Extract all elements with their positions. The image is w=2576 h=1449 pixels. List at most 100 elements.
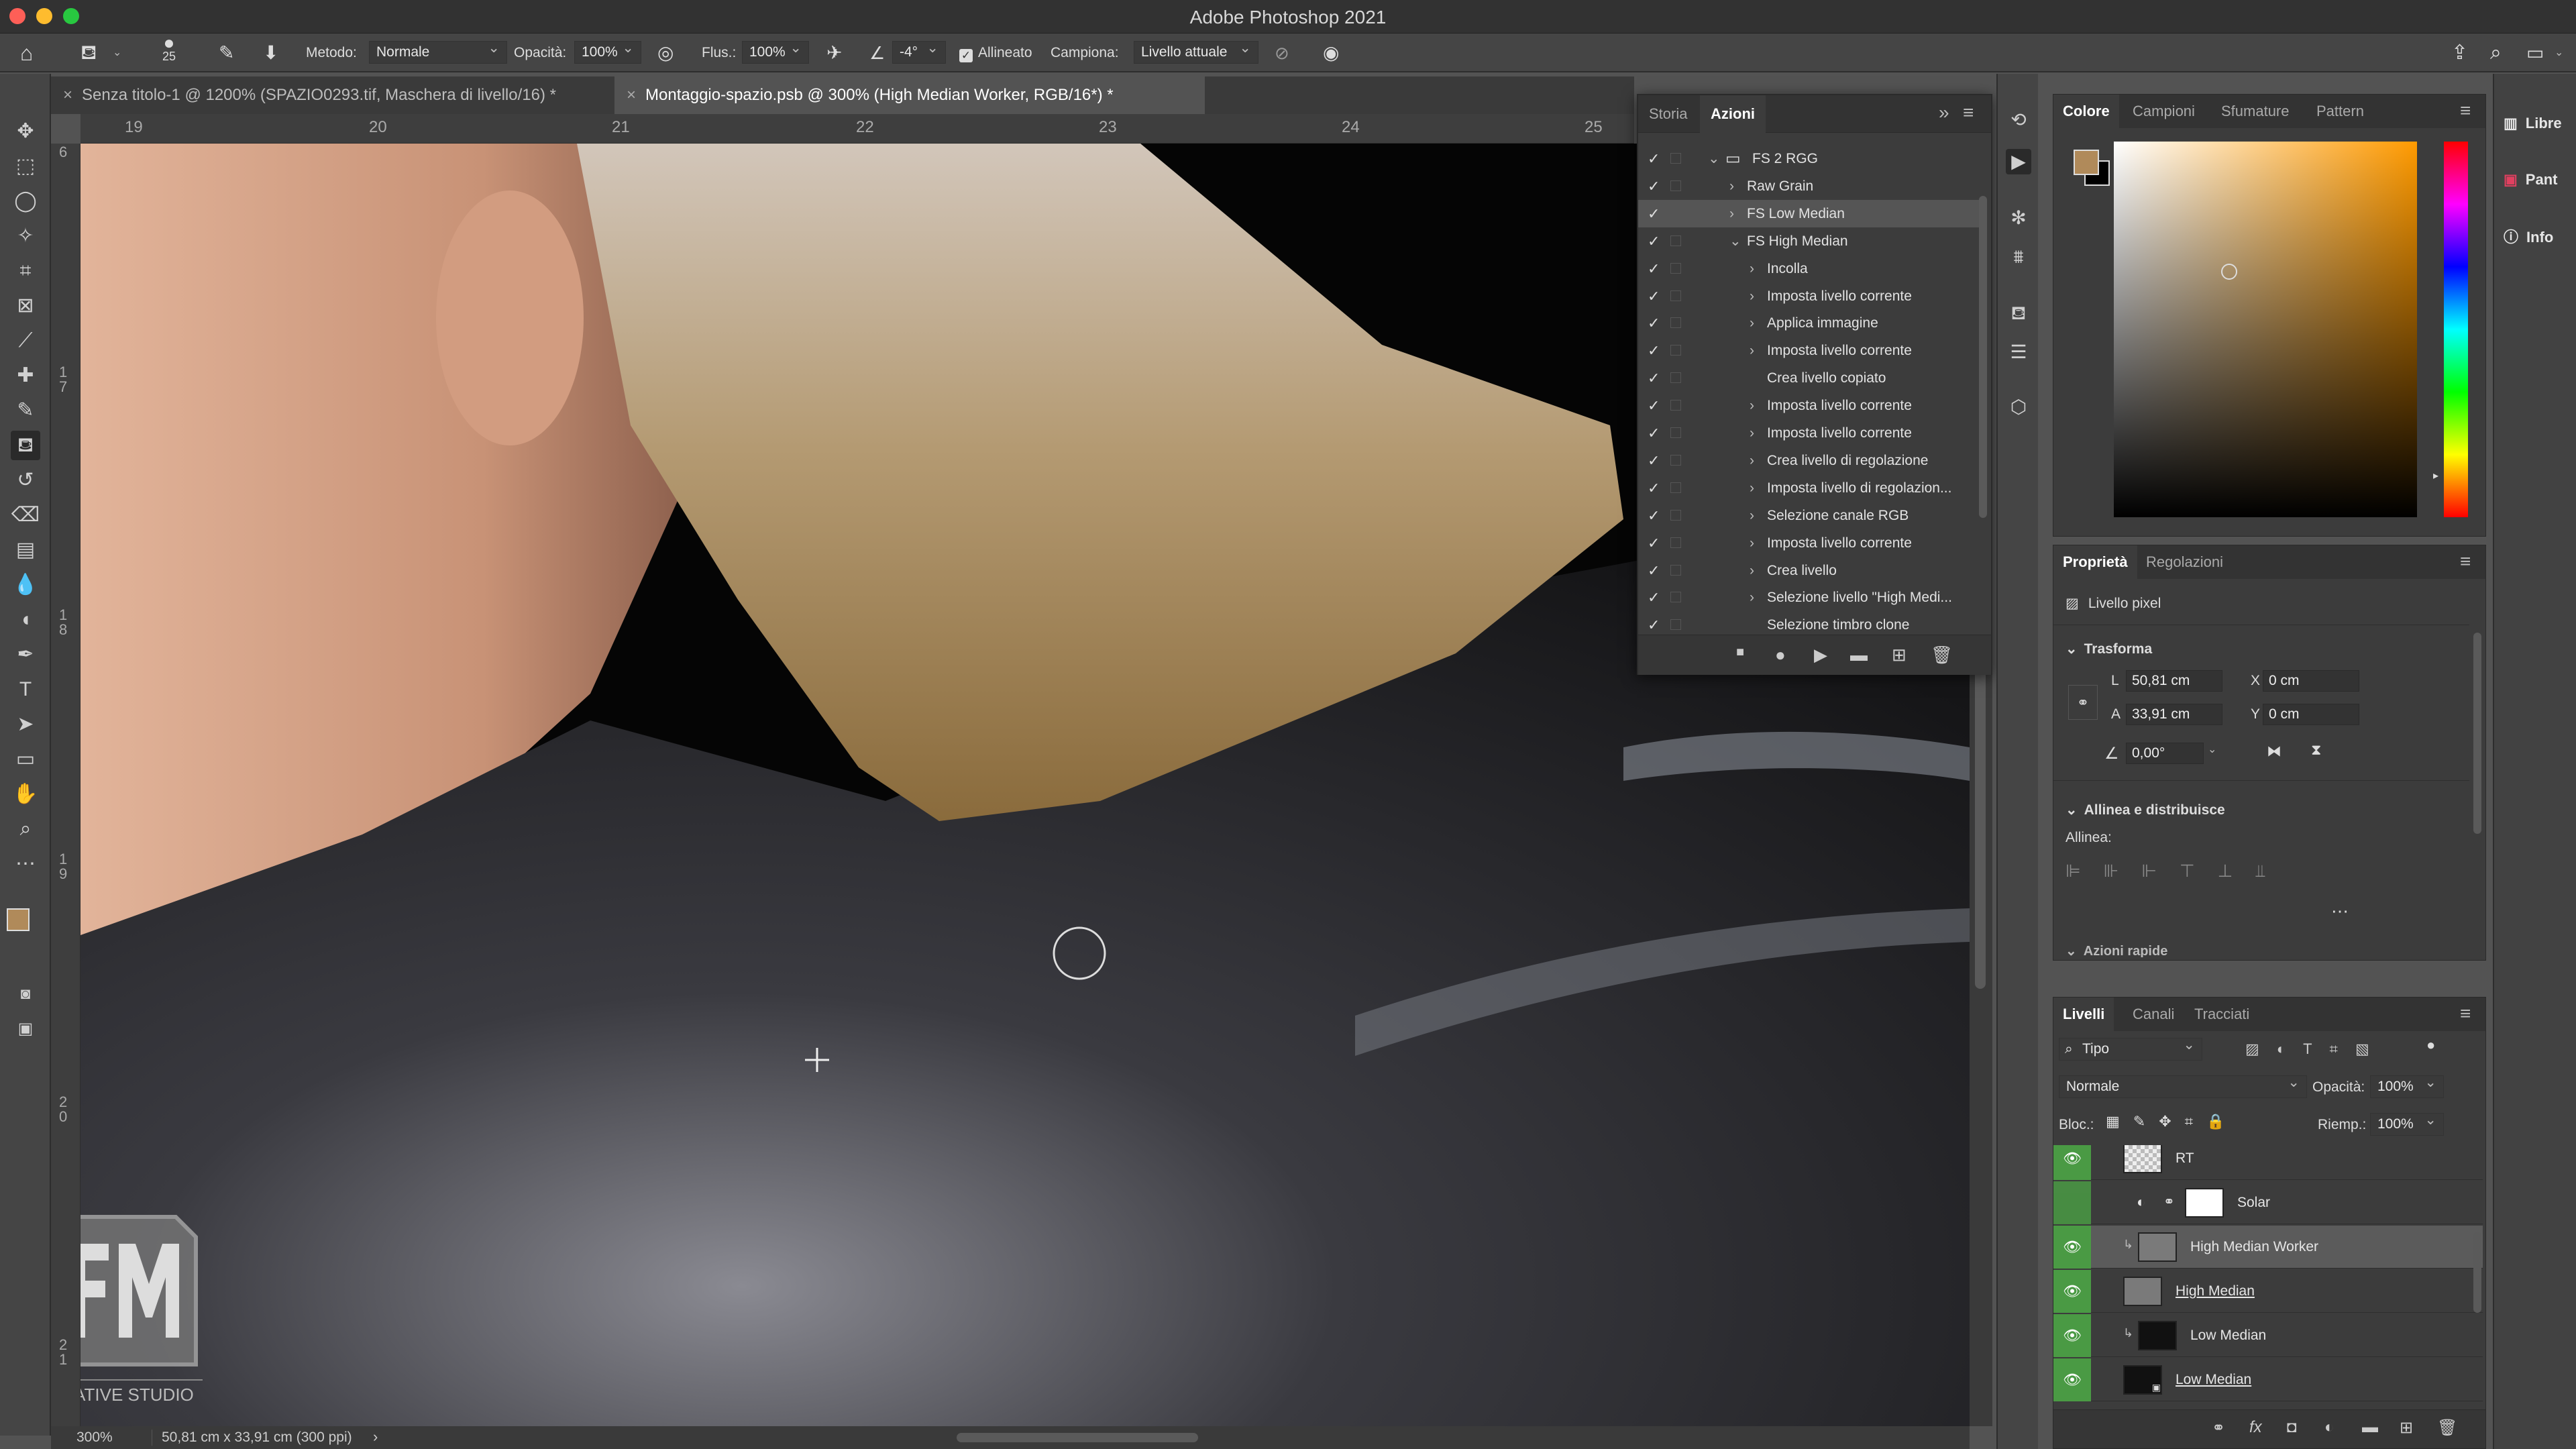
layer-row[interactable]: 👁 ↳ Low Median [2053,1314,2483,1357]
eraser-tool-icon[interactable]: ⌫ [11,500,40,530]
pressure-size-icon[interactable]: ◉ [1323,42,1339,64]
dialog-toggle[interactable] [1670,400,1681,411]
dialog-toggle[interactable] [1670,537,1681,548]
panel-menu-icon[interactable]: ≡ [1963,102,1974,123]
dialog-toggle[interactable] [1670,153,1681,164]
chevron-right-icon[interactable]: › [1750,502,1754,529]
dialog-toggle[interactable] [1670,207,1681,219]
properties-scrollbar[interactable] [2473,633,2481,834]
tab-canali[interactable]: Canali [2123,998,2184,1031]
dialog-toggle[interactable] [1670,564,1681,576]
chevron-right-icon[interactable]: › [1729,172,1734,200]
visibility-eye-icon[interactable]: 👁 [2053,1181,2091,1224]
brushes-panel-icon[interactable]: ⩩ [2006,244,2031,270]
action-row[interactable]: ✓ › Applica immagine [1638,309,1980,337]
eyedropper-tool-icon[interactable]: ⟋ [11,326,40,356]
tab-pattern[interactable]: Pattern [2307,95,2373,128]
action-row[interactable]: ✓ › Imposta livello corrente [1638,337,1980,364]
toggle-check-icon[interactable]: ✓ [1648,392,1660,419]
clone-source-icon[interactable]: ⬇ [263,42,278,64]
toggle-check-icon[interactable]: ✓ [1648,227,1660,255]
action-row[interactable]: ✓ › Imposta livello corrente [1638,282,1980,310]
chevron-right-icon[interactable]: › [373,1428,378,1446]
brush-size-picker[interactable]: ● 25 [156,34,182,64]
search-icon[interactable]: ⌕ [2490,42,2502,64]
tab-tracciati[interactable]: Tracciati [2185,998,2259,1031]
action-row[interactable]: ✓ ⌄ ▭ FS 2 RGG [1638,145,1980,172]
marquee-tool-icon[interactable]: ⬚ [11,152,40,181]
tab-montaggio-spazio[interactable]: × Montaggio-spazio.psb @ 300% (High Media… [614,76,1205,114]
chevron-right-icon[interactable]: › [1750,447,1754,474]
chevron-right-icon[interactable]: › [1750,584,1754,611]
action-row[interactable]: ✓ › Crea livello di regolazione [1638,447,1980,474]
workspace-icon[interactable]: ▭ [2526,42,2544,64]
new-set-icon[interactable]: ▬ [1850,645,1868,665]
blend-mode-select[interactable]: Normale [2059,1072,2307,1098]
dialog-toggle[interactable] [1670,345,1681,356]
rectangle-tool-icon[interactable]: ▭ [11,745,40,774]
lasso-tool-icon[interactable]: ◯ [11,186,40,216]
layer-row[interactable]: 👁 ↳ High Median Worker [2053,1226,2483,1269]
layer-filter-select[interactable]: ⌕ Tipo [2059,1034,2202,1061]
toggle-check-icon[interactable]: ✓ [1648,419,1660,447]
mask-link-icon[interactable]: ⚭ [2163,1193,2175,1210]
visibility-eye-icon[interactable]: 👁 [2053,1145,2091,1180]
share-icon[interactable]: ⇪ [2451,42,2468,64]
delete-layer-icon[interactable]: 🗑 [2437,1418,2457,1438]
layers-scrollbar[interactable] [2473,1232,2481,1313]
foreground-color-swatch[interactable] [7,908,30,931]
hue-marker-icon[interactable]: ▸ [2433,469,2438,482]
ignore-adjustment-icon[interactable]: ⊘ [1275,42,1289,64]
toggle-check-icon[interactable]: ✓ [1648,447,1660,474]
method-select[interactable]: Normale [369,38,507,64]
clone-source-panel-icon[interactable]: ⛾ [2006,301,2031,326]
align-middle-v-icon[interactable]: ⊥ [2218,861,2256,881]
lock-pixels-icon[interactable]: ✎ [2133,1113,2159,1130]
dialog-toggle[interactable] [1670,482,1681,493]
toggle-check-icon[interactable]: ✓ [1648,364,1660,392]
chevron-right-icon[interactable]: › [1750,419,1754,447]
brush-settings-panel-icon[interactable]: ✻ [2006,205,2031,231]
layer-thumbnail[interactable] [2138,1232,2177,1262]
toggle-check-icon[interactable]: ✓ [1648,584,1660,611]
chevron-right-icon[interactable]: › [1750,337,1754,364]
toggle-check-icon[interactable]: ✓ [1648,529,1660,557]
action-row[interactable]: ✓ › Imposta livello corrente [1638,392,1980,419]
tab-azioni[interactable]: Azioni [1700,95,1766,133]
panel-menu-icon[interactable]: ≡ [2460,1003,2471,1024]
dialog-toggle[interactable] [1670,619,1681,631]
new-action-icon[interactable]: ⊞ [1892,645,1907,665]
new-adjustment-icon[interactable]: ◐ [2324,1418,2334,1437]
collapse-panel-icon[interactable]: » [1939,102,1949,123]
pressure-opacity-icon[interactable]: ◎ [657,42,674,64]
brush-settings-icon[interactable]: ✎ [219,42,234,64]
clone-stamp-tool-icon[interactable]: ⛾ [11,431,40,460]
adjustments-panel-icon[interactable]: ☰ [2006,339,2031,365]
fx-icon[interactable]: fx [2249,1418,2262,1437]
panel-menu-icon[interactable]: ≡ [2460,551,2471,572]
layer-name[interactable]: Low Median [2190,1314,2266,1357]
crop-tool-icon[interactable]: ⌗ [11,256,40,286]
gradient-tool-icon[interactable]: ▤ [11,535,40,565]
link-icon[interactable]: ⚭ [2068,685,2098,720]
lock-artboard-icon[interactable]: ⌗ [2185,1113,2206,1130]
layer-thumbnail[interactable] [2123,1277,2162,1306]
preset-chevron-icon[interactable]: ⌄ [113,42,121,64]
layer-name[interactable]: High Median Worker [2190,1226,2318,1269]
workspace-chevron-icon[interactable]: ⌄ [2555,42,2563,64]
dialog-toggle[interactable] [1670,592,1681,603]
frame-tool-icon[interactable]: ⊠ [11,291,40,321]
angle-field[interactable]: 0,00° [2126,743,2204,764]
tab-proprieta[interactable]: Proprietà [2053,545,2137,579]
toggle-check-icon[interactable]: ✓ [1648,309,1660,337]
layer-name[interactable]: RT [2176,1145,2194,1180]
adjustment-filter-icon[interactable]: ◐ [2277,1040,2303,1057]
toggle-check-icon[interactable]: ✓ [1648,282,1660,310]
new-group-icon[interactable]: ▬ [2362,1418,2378,1437]
type-filter-icon[interactable]: T [2303,1040,2329,1057]
dialog-toggle[interactable] [1670,427,1681,438]
action-row[interactable]: ✓ › Raw Grain [1638,172,1980,200]
pixel-filter-icon[interactable]: ▨ [2245,1040,2277,1057]
flip-horizontal-icon[interactable]: ⧓ [2267,743,2282,760]
airbrush-icon[interactable]: ✈ [826,42,842,64]
